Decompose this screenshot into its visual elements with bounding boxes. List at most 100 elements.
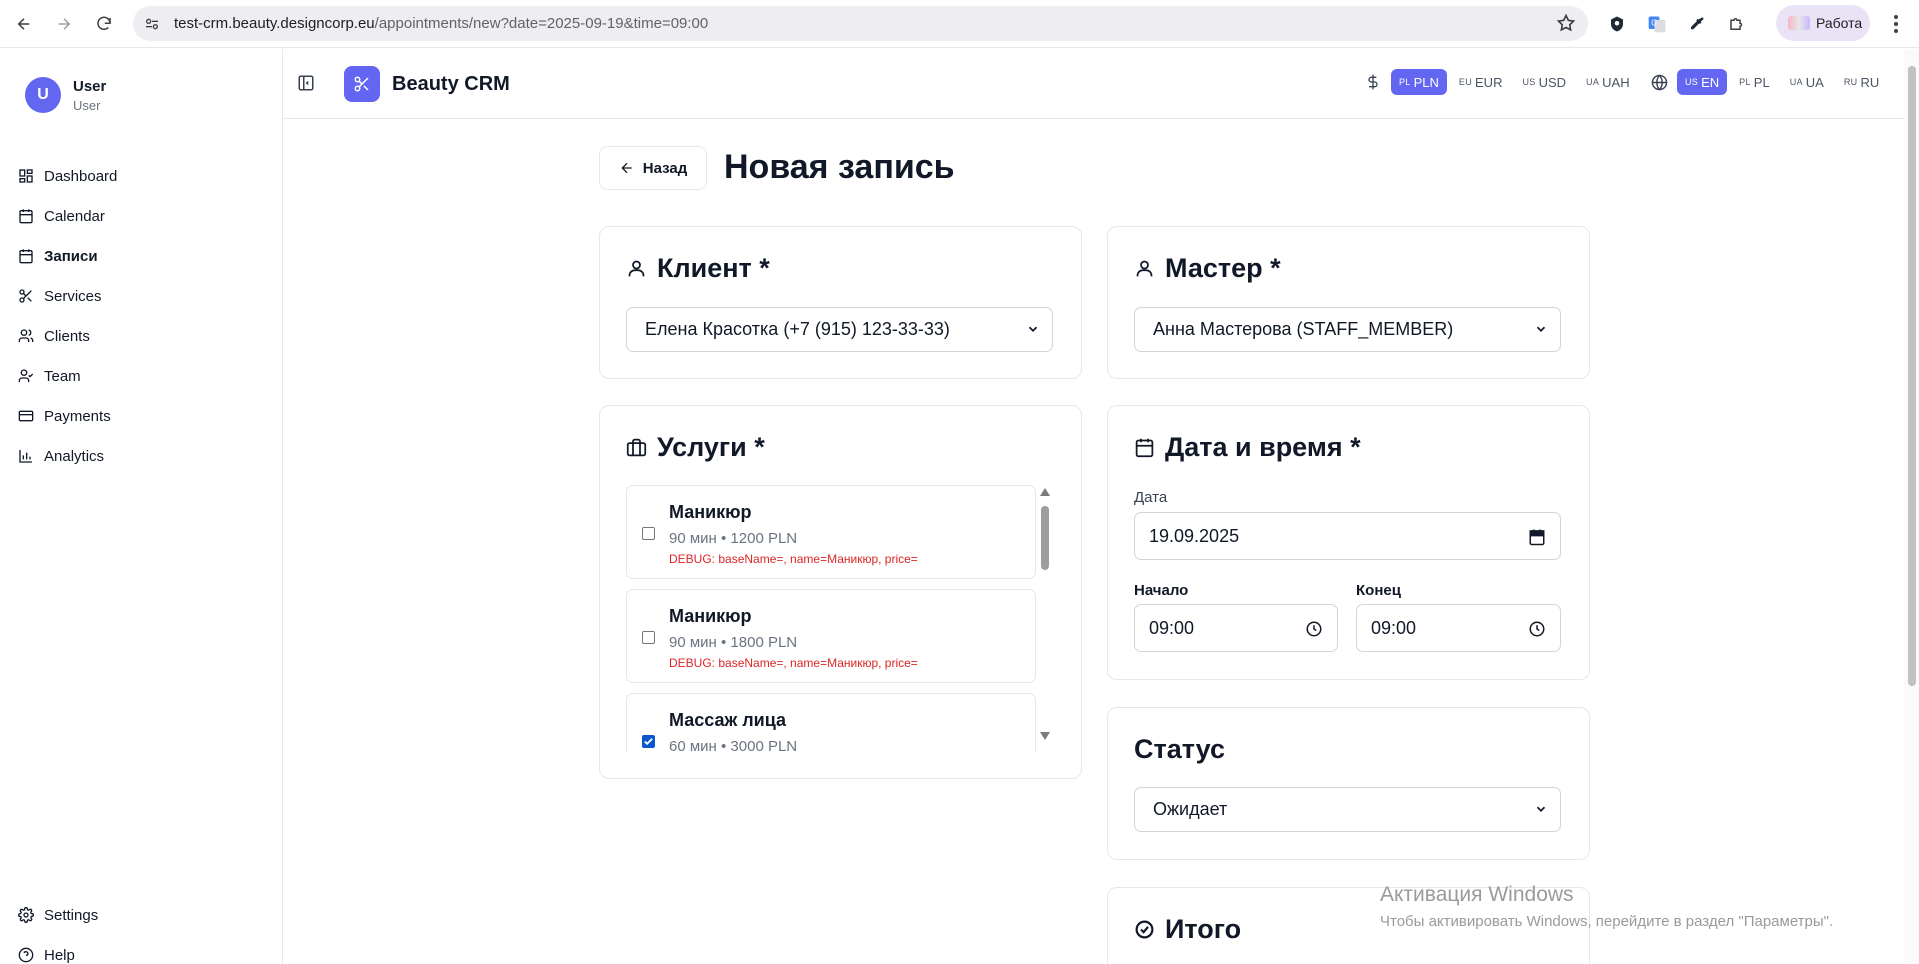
user-profile[interactable]: U User User — [25, 77, 106, 113]
translate-icon[interactable]: G — [1645, 12, 1669, 36]
back-button-label: Назад — [642, 159, 688, 177]
service-checkbox[interactable] — [642, 631, 655, 644]
language-ua[interactable]: UA UA — [1782, 69, 1832, 95]
extensions-puzzle-icon[interactable] — [1725, 12, 1749, 36]
user-role: User — [73, 97, 101, 113]
bookmark-star-icon[interactable] — [1556, 13, 1576, 38]
check-circle-icon — [1135, 920, 1154, 939]
scissors-logo-icon — [344, 66, 380, 102]
watermark-title: Активация Windows — [1380, 883, 1574, 906]
calendar-icon — [1135, 438, 1154, 458]
scroll-up-arrow-icon[interactable] — [1040, 488, 1050, 496]
calendar-picker-icon[interactable] — [1528, 528, 1546, 546]
page-scrollbar-thumb[interactable] — [1908, 66, 1916, 686]
gear-icon — [18, 907, 34, 923]
address-bar[interactable]: test-crm.beauty.designcorp.eu/appointmen… — [133, 6, 1588, 41]
sidebar-item-clients[interactable]: Clients — [18, 316, 268, 356]
currency-eur[interactable]: EU EUR — [1451, 69, 1511, 95]
date-input[interactable]: 19.09.2025 — [1134, 512, 1561, 560]
list-item[interactable]: Маникюр 90 мин • 1200 PLN DEBUG: baseNam… — [626, 485, 1036, 579]
language-en[interactable]: US EN — [1677, 69, 1728, 95]
avatar: U — [25, 77, 61, 113]
datetime-card: Дата и время * Дата 19.09.2025 Начало 09… — [1107, 405, 1590, 680]
site-settings-icon[interactable] — [142, 14, 162, 34]
clock-icon[interactable] — [1305, 620, 1323, 638]
user-icon — [628, 260, 645, 277]
browser-toolbar: test-crm.beauty.designcorp.eu/appointmen… — [0, 0, 1919, 48]
sidebar-item-label: Analytics — [44, 447, 105, 465]
sidebar-toggle-icon[interactable] — [297, 74, 315, 92]
credit-card-icon — [18, 410, 34, 422]
briefcase-icon — [626, 438, 647, 457]
currency-uah[interactable]: UA UAH — [1578, 69, 1638, 95]
profile-avatar-icon — [1788, 16, 1810, 30]
sidebar-item-label: Team — [44, 367, 81, 385]
sidebar-item-settings[interactable]: Settings — [18, 895, 268, 935]
start-time-input[interactable]: 09:00 — [1134, 604, 1338, 652]
service-name: Маникюр — [669, 606, 752, 626]
sidebar-item-services[interactable]: Services — [18, 276, 268, 316]
reload-icon[interactable] — [90, 10, 118, 38]
sidebar-item-label: Payments — [44, 407, 111, 425]
windows-activation-watermark: Активация Windows Чтобы активировать Win… — [1380, 883, 1833, 930]
end-time-input[interactable]: 09:00 — [1356, 604, 1561, 652]
user-name: User — [73, 77, 107, 95]
calendar-icon — [19, 209, 33, 224]
users-icon — [18, 329, 34, 342]
services-card: Услуги * Маникюр 90 мин • 1200 PLN DEBUG… — [599, 405, 1082, 779]
profile-button[interactable]: Работа — [1776, 5, 1870, 41]
bar-chart-icon — [19, 450, 32, 463]
total-card-title: Итого — [1134, 914, 1241, 945]
services-list[interactable]: Маникюр 90 мин • 1200 PLN DEBUG: baseNam… — [626, 485, 1053, 752]
language-pl[interactable]: PL PL — [1731, 69, 1778, 95]
sidebar: U User User Dashboard Calendar Записи Se… — [0, 49, 283, 964]
services-scrollbar[interactable] — [1039, 486, 1051, 746]
back-arrow-icon[interactable] — [10, 10, 38, 38]
service-meta: 90 мин • 1200 PLN — [669, 530, 798, 547]
list-item[interactable]: Маникюр 90 мин • 1800 PLN DEBUG: baseNam… — [626, 589, 1036, 683]
forward-arrow-icon[interactable] — [50, 10, 78, 38]
brand[interactable]: Beauty CRM — [344, 66, 510, 102]
sidebar-item-label: Services — [44, 287, 102, 305]
extension-shield-icon[interactable] — [1605, 12, 1629, 36]
chevron-down-icon — [1536, 806, 1546, 812]
list-item[interactable]: Массаж лица 60 мин • 3000 PLN — [626, 693, 1036, 752]
end-time-label: Конец — [1356, 582, 1401, 599]
currency-pln[interactable]: PL PLN — [1391, 69, 1447, 95]
status-select[interactable]: Ожидает — [1134, 787, 1561, 832]
sidebar-item-calendar[interactable]: Calendar — [18, 196, 268, 236]
browser-menu-icon[interactable] — [1884, 12, 1908, 36]
date-label: Дата — [1134, 489, 1168, 506]
services-card-title: Услуги * — [626, 432, 765, 463]
sidebar-item-payments[interactable]: Payments — [18, 396, 268, 436]
scissors-icon — [19, 289, 32, 303]
services-scrollbar-thumb[interactable] — [1041, 506, 1049, 570]
client-card: Клиент * Елена Красотка (+7 (915) 123-33… — [599, 226, 1082, 379]
page-title: Новая запись — [724, 148, 955, 186]
dollar-icon — [1363, 72, 1383, 92]
service-meta: 90 мин • 1800 PLN — [669, 634, 798, 651]
sidebar-item-team[interactable]: Team — [18, 356, 268, 396]
service-checkbox[interactable] — [642, 735, 655, 748]
service-checkbox[interactable] — [642, 527, 655, 540]
service-debug-text: DEBUG: baseName=, name=Маникюр, price= — [669, 552, 918, 566]
sidebar-item-analytics[interactable]: Analytics — [18, 436, 268, 476]
status-card: Статус Ожидает — [1107, 707, 1590, 860]
sidebar-item-dashboard[interactable]: Dashboard — [18, 156, 268, 196]
sidebar-item-label: Help — [44, 946, 75, 964]
back-button[interactable]: Назад — [599, 146, 707, 190]
sidebar-item-help[interactable]: Help — [18, 935, 268, 964]
svg-text:G: G — [1651, 19, 1657, 28]
master-select[interactable]: Анна Мастерова (STAFF_MEMBER) — [1134, 307, 1561, 352]
currency-usd[interactable]: US USD — [1514, 69, 1574, 95]
client-select[interactable]: Елена Красотка (+7 (915) 123-33-33) — [626, 307, 1053, 352]
eyedropper-icon[interactable] — [1685, 12, 1709, 36]
service-meta: 60 мин • 3000 PLN — [669, 738, 798, 752]
dashboard-icon — [19, 169, 33, 183]
chevron-down-icon — [1536, 326, 1546, 332]
language-ru[interactable]: RU RU — [1836, 69, 1887, 95]
datetime-card-title: Дата и время * — [1134, 432, 1361, 463]
scroll-down-arrow-icon[interactable] — [1040, 732, 1050, 740]
sidebar-item-appointments[interactable]: Записи — [18, 236, 268, 276]
clock-icon[interactable] — [1528, 620, 1546, 638]
